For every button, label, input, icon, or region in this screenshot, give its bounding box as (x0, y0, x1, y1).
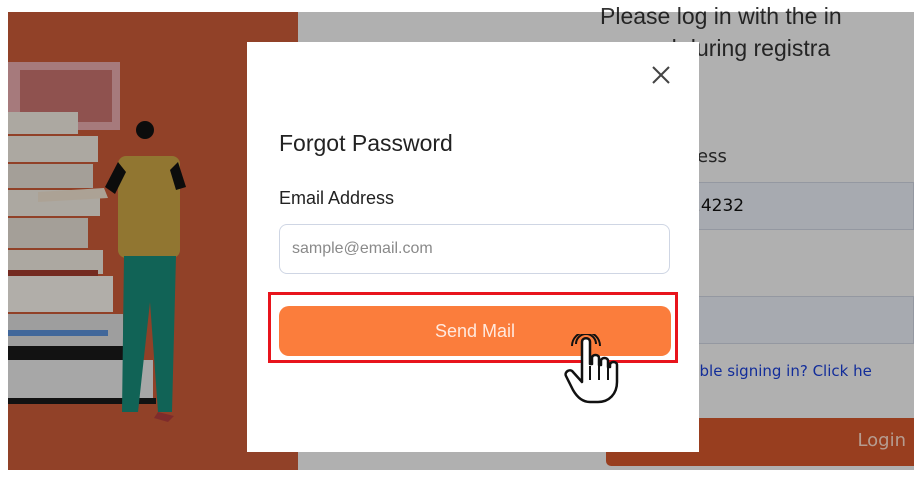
email-input[interactable] (279, 224, 670, 274)
forgot-password-modal: Forgot Password Email Address Send Mail (247, 42, 699, 452)
email-address-label: Email Address (279, 188, 395, 208)
close-button[interactable] (646, 60, 676, 90)
close-icon (652, 66, 670, 84)
send-mail-button[interactable]: Send Mail (279, 306, 671, 356)
screen: Please log in with the in d during regis… (0, 0, 914, 470)
modal-title: Forgot Password (279, 130, 453, 156)
